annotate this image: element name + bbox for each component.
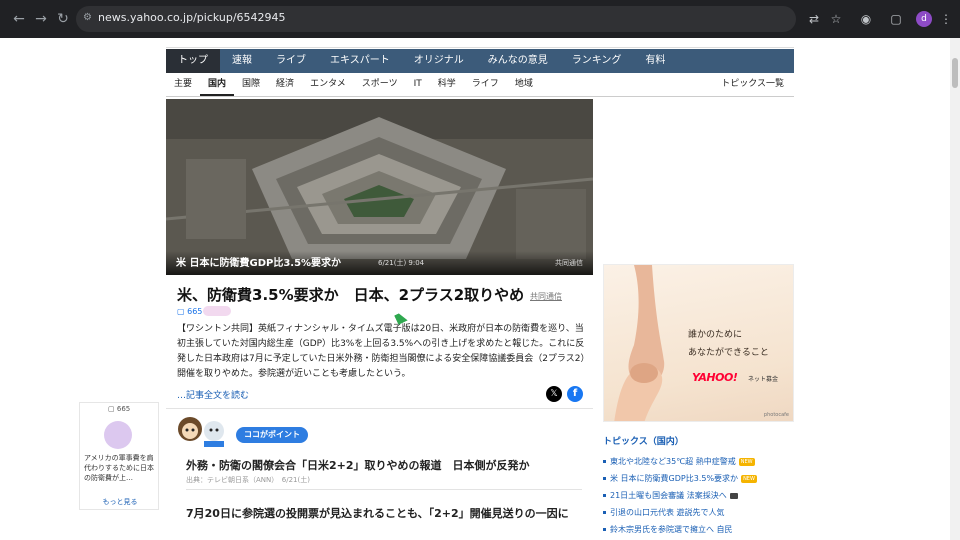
- see-more-link[interactable]: もっと見る: [80, 497, 160, 507]
- point-section: ココがポイント 外務・防衛の閣僚会合「日米2+2」取りやめの報道 日本側が反発か…: [166, 408, 593, 540]
- comment-count[interactable]: ▢ 665: [177, 307, 202, 316]
- article-body: 【ワシントン共同】英紙フィナンシャル・タイムズ電子版は20日、米政府が日本の防衛…: [177, 324, 585, 379]
- page-scrollbar[interactable]: [950, 38, 960, 540]
- share-x-icon[interactable]: 𝕏: [546, 386, 562, 402]
- topic-item[interactable]: 米 日本に防衛費GDP比3.5%要求か NEW: [610, 473, 757, 484]
- ad-fund-label: ネット募金: [748, 376, 779, 383]
- tab-paid[interactable]: 有料: [633, 49, 677, 73]
- comment-count-value: 665: [116, 405, 131, 413]
- browser-toolbar: ← → ↻ ⚙ news.yahoo.co.jp/pickup/6542945 …: [0, 0, 960, 38]
- tab-sports[interactable]: スポーツ: [354, 73, 406, 96]
- bullet: [603, 460, 606, 463]
- ad-text: あなたができること: [688, 348, 769, 358]
- avatar: [104, 421, 132, 449]
- tab-breaking[interactable]: 速報: [220, 49, 264, 73]
- hero-caption: 米 日本に防衛費GDP比3.5%要求か 6/21(土) 9:04 共同通信: [166, 251, 593, 275]
- translate-icon[interactable]: ⇄: [804, 9, 824, 29]
- new-badge: NEW: [738, 457, 755, 466]
- bullet: [603, 528, 606, 531]
- video-icon: [729, 492, 738, 499]
- reaction-icons[interactable]: [203, 306, 231, 316]
- topics-heading: トピックス（国内）: [603, 437, 684, 447]
- point-item-title[interactable]: 外務・防衛の閣僚会合「日米2+2」取りやめの報道 日本側が反発か: [186, 457, 530, 473]
- bullet: [603, 511, 606, 514]
- tab-ranking[interactable]: ランキング: [560, 49, 634, 73]
- comment-icon: ▢: [177, 307, 185, 316]
- mascot-icon: [178, 417, 224, 447]
- divider: [186, 489, 582, 490]
- read-more-link[interactable]: …記事全文を読む: [177, 388, 249, 401]
- pentagon-aerial-photo: [166, 99, 593, 275]
- page-content: トップ 速報 ライブ エキスパート オリジナル みんなの意見 ランキング 有料 …: [0, 38, 960, 540]
- tab-region[interactable]: 地域: [507, 73, 541, 96]
- category-nav: 主要 国内 国際 経済 エンタメ スポーツ IT 科学 ライフ 地域 トピックス…: [166, 73, 794, 97]
- tab-domestic[interactable]: 国内: [200, 73, 235, 96]
- menu-dots-icon[interactable]: ⋮: [936, 9, 956, 29]
- comment-count-value: 665: [187, 307, 203, 316]
- url-text: news.yahoo.co.jp/pickup/6542945: [98, 11, 286, 24]
- tab-main[interactable]: 主要: [166, 73, 200, 96]
- article-headline[interactable]: 米、防衛費3.5%要求か 日本、2プラス2取りやめ: [177, 284, 524, 305]
- hero-caption-credit: 共同通信: [555, 259, 583, 267]
- tab-it[interactable]: IT: [406, 73, 430, 96]
- topic-item[interactable]: 引退の山口元代表 遊説先で人気: [610, 507, 725, 518]
- point-item-title[interactable]: 7月20日に参院選の投開票が見込まれることも、「2+2」開催見送りの一因に: [186, 505, 586, 522]
- comment-preview-card[interactable]: ▢ 665 アメリカの軍事費を肩代わりするために日本の防衛費が上… もっと見る: [79, 402, 159, 510]
- share-facebook-icon[interactable]: f: [567, 386, 583, 402]
- sidebar-icon[interactable]: ▢: [886, 9, 906, 29]
- tab-economy[interactable]: 経済: [268, 73, 302, 96]
- topic-item-label: 21日土曜も国会審議 法案採決へ: [610, 491, 727, 500]
- topics-list-link[interactable]: トピックス一覧: [713, 73, 794, 96]
- ad-photo-credit: photocafe: [763, 412, 789, 418]
- hero-caption-date: 6/21(土) 9:04: [378, 259, 425, 267]
- address-bar[interactable]: ⚙ news.yahoo.co.jp/pickup/6542945: [76, 6, 796, 32]
- topic-item[interactable]: 鈴木宗男氏を参院選で擁立へ 自民: [610, 524, 733, 535]
- forward-icon[interactable]: →: [30, 8, 52, 30]
- tab-entertainment[interactable]: エンタメ: [302, 73, 354, 96]
- comment-preview-text: アメリカの軍事費を肩代わりするために日本の防衛費が上…: [84, 454, 154, 482]
- new-badge: NEW: [741, 474, 757, 483]
- holding-hands-image: [614, 265, 665, 421]
- bullet: [603, 494, 606, 497]
- bullet: [603, 477, 606, 480]
- article-source[interactable]: 共同通信: [530, 291, 562, 302]
- site-info-icon[interactable]: ⚙: [83, 12, 93, 24]
- donation-ad[interactable]: 誰かのために あなたができること YAHOO! ネット募金 photocafe: [603, 264, 794, 422]
- hero-caption-title: 米 日本に防衛費GDP比3.5%要求か: [176, 258, 342, 269]
- topic-item-label: 東北や北陸など35℃超 熱中症警戒: [610, 457, 736, 466]
- bookmark-star-icon[interactable]: ☆: [826, 9, 846, 29]
- tab-original[interactable]: オリジナル: [402, 49, 476, 73]
- tab-international[interactable]: 国際: [234, 73, 268, 96]
- topic-item[interactable]: 21日土曜も国会審議 法案採決へ: [610, 490, 738, 501]
- ad-text: 誰かのために: [688, 330, 743, 340]
- tab-live[interactable]: ライブ: [264, 49, 318, 73]
- reload-icon[interactable]: ↻: [52, 8, 74, 30]
- header-strip: [166, 38, 794, 48]
- comment-count: ▢ 665: [108, 405, 130, 413]
- extension-icon[interactable]: ◉: [856, 9, 876, 29]
- tab-expert[interactable]: エキスパート: [318, 49, 402, 73]
- back-icon[interactable]: ←: [8, 8, 30, 30]
- comment-icon: ▢: [108, 405, 115, 413]
- point-item-meta: 出典：テレビ朝日系（ANN） 6/21(土): [186, 476, 310, 484]
- hero-image[interactable]: 米 日本に防衛費GDP比3.5%要求か 6/21(土) 9:04 共同通信: [166, 99, 593, 275]
- topic-item[interactable]: 東北や北陸など35℃超 熱中症警戒 NEW: [610, 456, 755, 467]
- topic-item-label: 鈴木宗男氏を参院選で擁立へ 自民: [610, 525, 733, 534]
- tab-life[interactable]: ライフ: [464, 73, 507, 96]
- topic-item-label: 引退の山口元代表 遊説先で人気: [610, 508, 725, 517]
- profile-avatar[interactable]: d: [916, 11, 932, 27]
- topic-item-label: 米 日本に防衛費GDP比3.5%要求か: [610, 474, 739, 483]
- tab-science[interactable]: 科学: [430, 73, 464, 96]
- point-badge: ココがポイント: [236, 427, 308, 443]
- tab-opinions[interactable]: みんなの意見: [476, 49, 560, 73]
- tab-top[interactable]: トップ: [166, 49, 220, 73]
- yahoo-logo: YAHOO!: [692, 371, 738, 384]
- scrollbar-thumb[interactable]: [952, 58, 958, 88]
- main-nav: トップ 速報 ライブ エキスパート オリジナル みんなの意見 ランキング 有料: [166, 49, 794, 73]
